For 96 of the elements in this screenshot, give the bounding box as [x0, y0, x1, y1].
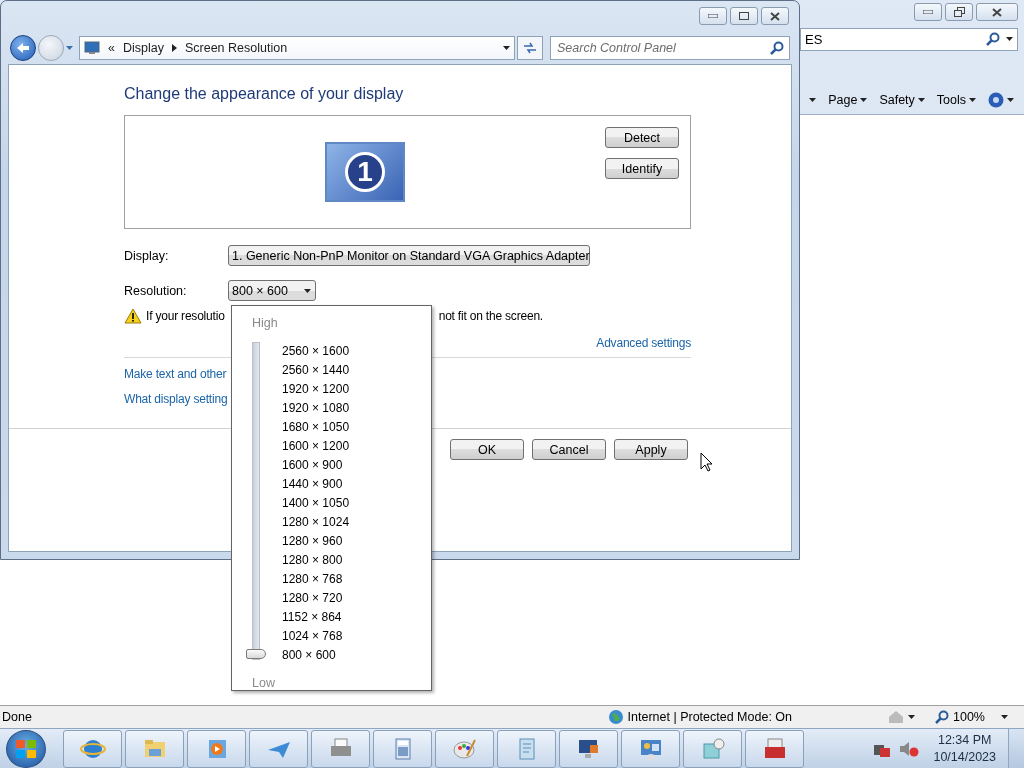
- dialog-button[interactable]: Apply: [614, 439, 688, 460]
- resolution-option[interactable]: 800 × 600: [282, 646, 350, 665]
- taskbar-button[interactable]: [311, 729, 370, 768]
- breadcrumb-item[interactable]: Screen Resolution: [184, 40, 288, 55]
- resolution-option[interactable]: 1920 × 1080: [282, 399, 350, 418]
- advanced-settings-link[interactable]: Advanced settings: [596, 336, 691, 350]
- taskbar-button[interactable]: [249, 729, 308, 768]
- search-icon[interactable]: [986, 32, 1000, 46]
- restore-button[interactable]: [945, 3, 973, 21]
- caret-icon: [809, 98, 817, 102]
- zoom-level[interactable]: 100%: [953, 710, 985, 724]
- breadcrumb-item[interactable]: Display: [122, 40, 164, 55]
- dialog-button[interactable]: OK: [450, 439, 524, 460]
- back-arrow-icon: [16, 41, 30, 54]
- caret-icon: [1006, 37, 1013, 41]
- refresh-icon: [523, 41, 537, 54]
- caret-icon: [1001, 715, 1008, 719]
- resolution-option[interactable]: 2560 × 1600: [282, 342, 350, 361]
- start-button[interactable]: [6, 729, 46, 768]
- resolution-option[interactable]: 1280 × 720: [282, 589, 350, 608]
- dialog-button[interactable]: Cancel: [532, 439, 606, 460]
- close-button[interactable]: [976, 3, 1018, 21]
- caret-icon: [917, 98, 925, 102]
- help-menu[interactable]: [988, 92, 1014, 108]
- display-number: 1: [345, 152, 385, 192]
- search-icon[interactable]: [770, 40, 784, 55]
- show-desktop-button[interactable]: [1008, 729, 1024, 768]
- page-heading: Change the appearance of your display: [124, 84, 405, 104]
- resolution-option[interactable]: 1600 × 900: [282, 456, 350, 475]
- address-bar[interactable]: « Display Screen Resolution: [79, 35, 515, 60]
- caret-icon: [908, 715, 915, 719]
- warning-text: not fit on the screen.: [438, 309, 543, 323]
- display-dropdown[interactable]: 1. Generic Non-PnP Monitor on Standard VGA Graphics Adapter: [228, 245, 590, 266]
- resolution-option[interactable]: 1920 × 1200: [282, 380, 350, 399]
- caret-icon: [1007, 98, 1014, 102]
- low-label: Low: [252, 676, 276, 690]
- taskbar-button[interactable]: [745, 729, 804, 768]
- maximize-icon: [739, 12, 749, 20]
- search-icon[interactable]: [935, 710, 949, 724]
- caret-icon: [860, 98, 868, 102]
- resolution-option[interactable]: 1280 × 1024: [282, 513, 350, 532]
- slider-thumb[interactable]: [246, 649, 266, 659]
- windows-flag-icon: [16, 739, 36, 758]
- resolution-option[interactable]: 1680 × 1050: [282, 418, 350, 437]
- toolbar-menu[interactable]: Safety: [879, 93, 925, 107]
- globe-icon: [607, 709, 624, 725]
- resolution-option[interactable]: 1600 × 1200: [282, 437, 350, 456]
- muted-speaker-icon[interactable]: [899, 739, 920, 758]
- minimize-icon: [708, 14, 718, 18]
- panel-button[interactable]: Identify: [605, 158, 679, 179]
- resolution-option[interactable]: 1152 × 864: [282, 608, 350, 627]
- maximize-button[interactable]: [730, 7, 758, 25]
- field-label: Display:: [124, 248, 170, 263]
- high-label: High: [252, 316, 279, 330]
- resolution-option[interactable]: 1024 × 768: [282, 627, 350, 646]
- warning-text: If your resolutio: [146, 309, 225, 323]
- chevron-icon: [171, 43, 177, 52]
- close-icon: [992, 7, 1002, 17]
- minimize-icon: [923, 10, 933, 14]
- resolution-option[interactable]: 1280 × 960: [282, 532, 350, 551]
- help-link[interactable]: Make text and other: [124, 367, 227, 383]
- taskbar-button[interactable]: [559, 729, 618, 768]
- monitor-icon: [84, 40, 100, 55]
- search-text: ES: [805, 31, 823, 47]
- resolution-option[interactable]: 2560 × 1440: [282, 361, 350, 380]
- refresh-button[interactable]: [517, 35, 543, 60]
- resolution-dropdown[interactable]: 800 × 600: [228, 280, 316, 301]
- status-text: Done: [2, 710, 32, 724]
- back-button[interactable]: [10, 34, 36, 61]
- clock[interactable]: 12:34 PM 10/14/2023: [933, 731, 996, 766]
- mouse-pointer-icon: [700, 452, 714, 472]
- warning-icon: [124, 308, 142, 324]
- help-icon: [988, 92, 1004, 108]
- toolbar-menu[interactable]: Tools: [936, 93, 976, 107]
- security-zone-text: Internet | Protected Mode: On: [627, 710, 792, 724]
- restore-icon: [953, 7, 965, 17]
- close-icon: [770, 11, 780, 21]
- caret-icon: [304, 288, 311, 293]
- close-button[interactable]: [761, 7, 789, 25]
- caret-icon: [503, 45, 510, 50]
- display-icon[interactable]: 1: [325, 142, 405, 202]
- help-link[interactable]: What display setting: [124, 392, 228, 408]
- panel-button[interactable]: Detect: [605, 127, 679, 148]
- resolution-option[interactable]: 1280 × 800: [282, 551, 350, 570]
- taskbar-button[interactable]: [63, 729, 122, 768]
- taskbar-button[interactable]: [621, 729, 680, 768]
- search-field[interactable]: Search Control Panel: [550, 35, 790, 60]
- caret-icon: [66, 45, 73, 50]
- toolbar-menu[interactable]: Page: [828, 93, 868, 107]
- resolution-option[interactable]: 1440 × 900: [282, 475, 350, 494]
- search-field[interactable]: ES: [800, 27, 1018, 51]
- caret-icon: [969, 98, 976, 102]
- breadcrumb-chevron[interactable]: «: [108, 40, 115, 55]
- field-label: Resolution:: [124, 283, 188, 298]
- resolution-option[interactable]: 1400 × 1050: [282, 494, 350, 513]
- resolution-option[interactable]: 1280 × 768: [282, 570, 350, 589]
